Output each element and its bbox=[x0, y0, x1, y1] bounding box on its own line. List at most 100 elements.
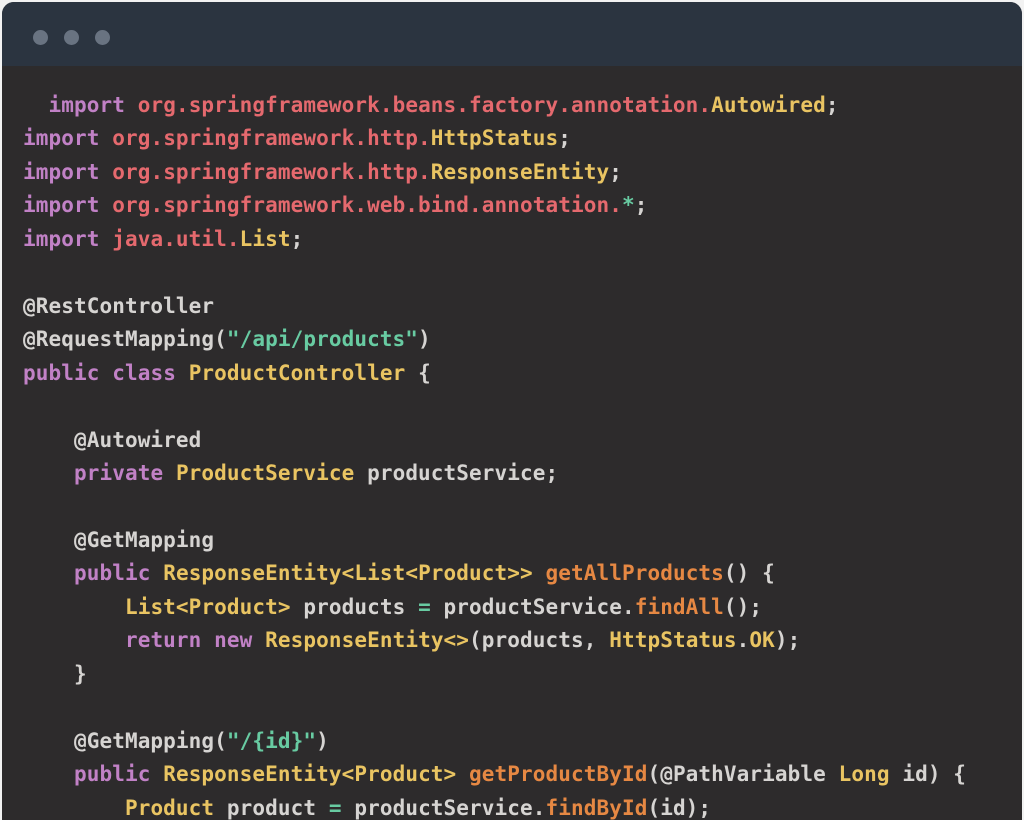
code-token: Product bbox=[124, 795, 215, 820]
window-control-dot-icon[interactable] bbox=[64, 29, 79, 45]
code-token: = bbox=[328, 795, 342, 820]
code-token: } bbox=[23, 661, 87, 686]
code-line: public ResponseEntity<Product> getProduc… bbox=[23, 758, 1022, 791]
window-control-dot-icon[interactable] bbox=[95, 29, 110, 45]
code-line: @RequestMapping("/api/products") bbox=[23, 323, 1022, 356]
code-token: productService. bbox=[430, 594, 635, 619]
code-token: java.util. bbox=[112, 226, 240, 251]
code-token: private bbox=[73, 460, 164, 485]
code-token: id) { bbox=[889, 762, 967, 787]
code-token: import bbox=[23, 193, 100, 218]
code-token: { bbox=[405, 360, 431, 385]
code-token: getAllProducts bbox=[545, 561, 724, 586]
code-token: getProductById bbox=[469, 762, 648, 787]
code-token: * bbox=[621, 193, 635, 218]
code-line: @GetMapping bbox=[23, 524, 1022, 557]
screenshot-root: import org.springframework.beans.factory… bbox=[0, 0, 1024, 820]
code-line: public class ProductController { bbox=[23, 357, 1022, 390]
window-control-dot-icon[interactable] bbox=[33, 29, 48, 45]
code-token: List<Product> bbox=[124, 594, 291, 619]
code-token: public bbox=[73, 561, 151, 586]
code-line: @RestController bbox=[23, 290, 1022, 323]
code-token: @RequestMapping( bbox=[23, 327, 227, 352]
code-token: () { bbox=[723, 561, 775, 586]
code-token: HttpStatus bbox=[430, 126, 559, 151]
code-line: public ResponseEntity<List<Product>> get… bbox=[23, 557, 1022, 590]
code-token: @Autowired bbox=[23, 427, 202, 452]
code-token: ; bbox=[290, 226, 304, 251]
code-token: ; bbox=[609, 159, 622, 184]
code-token: @GetMapping bbox=[23, 527, 215, 552]
code-line: import java.util.List; bbox=[23, 223, 1022, 256]
code-line: return new ResponseEntity<>(products, Ht… bbox=[23, 624, 1022, 657]
code-token: ProductController bbox=[188, 360, 406, 385]
code-token: ResponseEntity<Product> bbox=[163, 762, 457, 787]
code-token: productService; bbox=[354, 460, 559, 485]
code-token: ; bbox=[558, 126, 571, 151]
code-token: ; bbox=[825, 93, 839, 117]
code-line: Product product = productService.findByI… bbox=[23, 792, 1022, 820]
code-token: class bbox=[112, 360, 176, 385]
code-token: org.springframework.http. bbox=[112, 159, 431, 184]
code-token: ResponseEntity<> bbox=[265, 628, 470, 653]
code-token: (products, bbox=[469, 628, 610, 653]
code-token: ResponseEntity bbox=[430, 159, 610, 184]
code-line: import org.springframework.beans.factory… bbox=[23, 89, 1022, 122]
code-token: = bbox=[418, 594, 431, 619]
code-editor: import org.springframework.beans.factory… bbox=[2, 66, 1022, 820]
code-line: List<Product> products = productService.… bbox=[23, 591, 1022, 624]
code-line: @Autowired bbox=[23, 424, 1022, 457]
code-token: findAll bbox=[634, 594, 724, 619]
code-token: org.springframework.web.bind.annotation. bbox=[112, 193, 622, 218]
code-token: @GetMapping( bbox=[23, 728, 227, 753]
code-token: . bbox=[736, 628, 750, 653]
code-token: ResponseEntity<List<Product>> bbox=[163, 561, 533, 586]
code-line: private ProductService productService; bbox=[23, 457, 1022, 490]
code-token: product bbox=[214, 795, 329, 820]
code-token: products bbox=[290, 594, 419, 619]
code-token: List bbox=[239, 226, 291, 251]
code-token: "/api/products" bbox=[226, 327, 419, 352]
window-controls bbox=[33, 29, 126, 45]
code-token: import bbox=[23, 226, 100, 251]
code-line: } bbox=[23, 658, 1022, 691]
code-token: Long bbox=[838, 762, 890, 787]
window-titlebar bbox=[2, 2, 1022, 66]
code-line: @GetMapping("/{id}") bbox=[23, 725, 1022, 758]
code-line: import org.springframework.http.Response… bbox=[23, 156, 1022, 189]
code-token: (); bbox=[723, 594, 763, 619]
code-token: public bbox=[73, 762, 151, 787]
code-token: ; bbox=[634, 193, 648, 218]
code-token: "/{id}" bbox=[226, 728, 317, 753]
code-token: OK bbox=[749, 628, 775, 653]
code-token: Autowired bbox=[711, 93, 826, 117]
code-token: (@PathVariable bbox=[647, 762, 839, 787]
code-token: (id); bbox=[647, 795, 712, 820]
code-token: @RestController bbox=[23, 293, 215, 318]
code-token: new bbox=[214, 628, 253, 653]
code-line: import org.springframework.web.bind.anno… bbox=[23, 189, 1022, 222]
code-token: ) bbox=[316, 728, 329, 753]
code-token: import bbox=[23, 159, 100, 184]
code-token: return bbox=[124, 628, 202, 653]
code-token: ProductService bbox=[175, 460, 355, 485]
